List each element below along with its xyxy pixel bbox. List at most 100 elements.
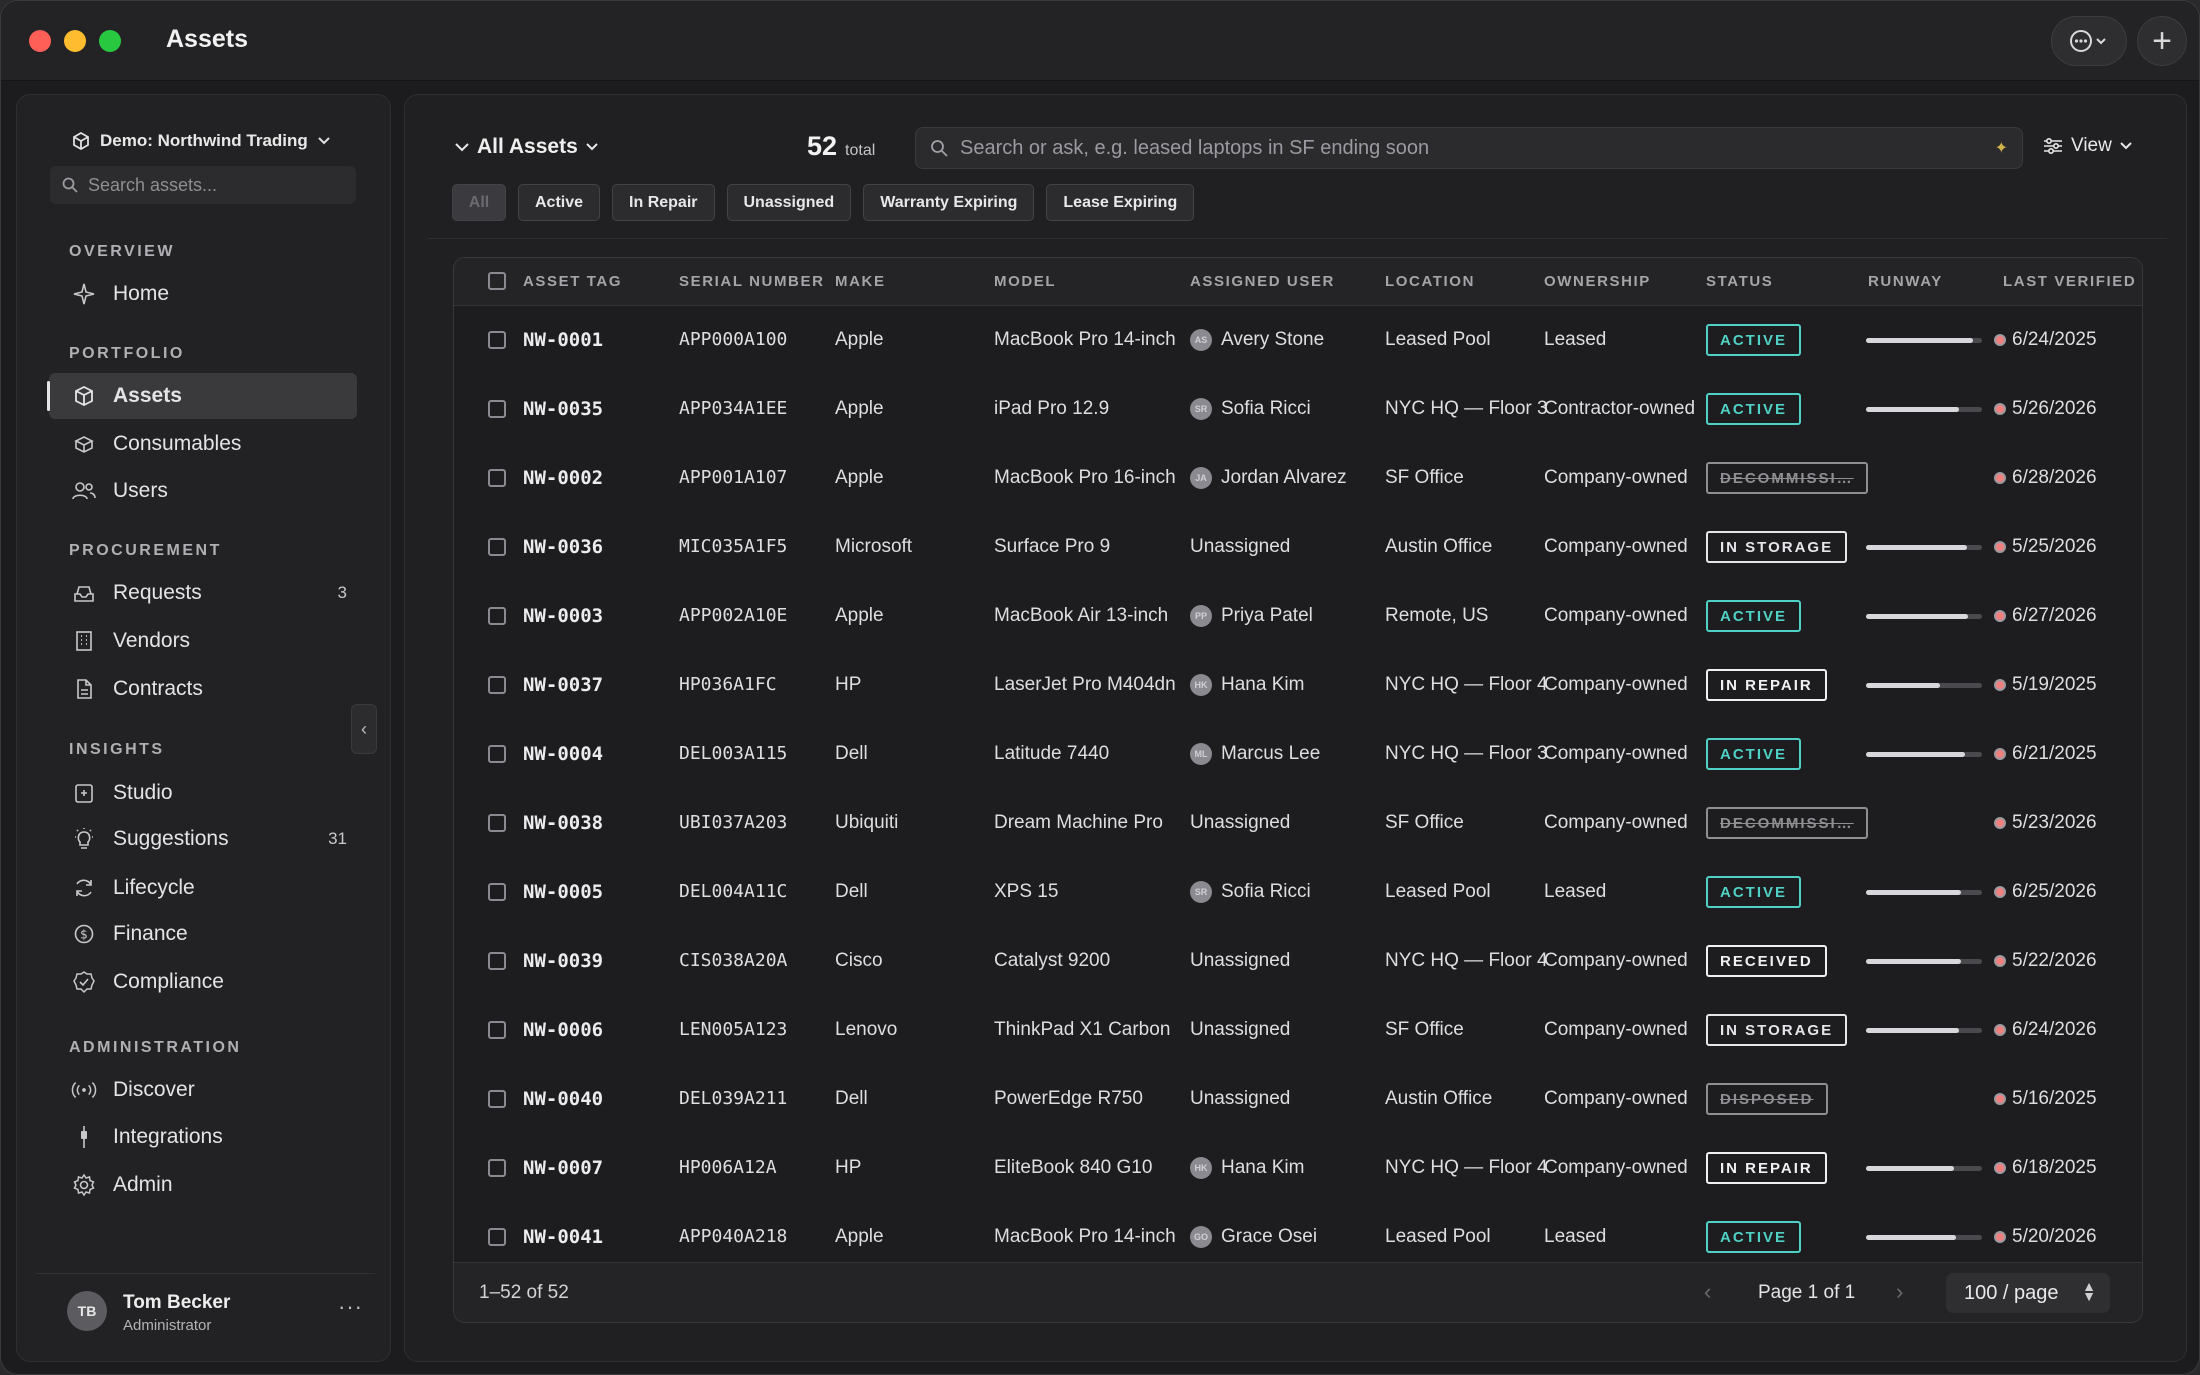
column-header-serial-number[interactable]: SERIAL NUMBER	[679, 273, 825, 290]
table-row[interactable]: NW-0035 APP034A1EE Apple iPad Pro 12.9 SR Sof…	[454, 375, 2142, 444]
sidebar-item-finance[interactable]: $ Finance	[49, 911, 357, 957]
sidebar-item-discover[interactable]: Discover	[49, 1067, 357, 1113]
workspace-switcher[interactable]: Demo: Northwind Trading	[72, 131, 330, 151]
table-row[interactable]: NW-0039 CIS038A20A Cisco Catalyst 9200 Unass…	[454, 927, 2142, 996]
user-menu-button[interactable]: ···	[338, 1294, 363, 1320]
table-row[interactable]: NW-0004 DEL003A115 Dell Latitude 7440 ML Marc…	[454, 720, 2142, 789]
row-checkbox[interactable]	[488, 883, 506, 901]
column-header-ownership[interactable]: OWNERSHIP	[1544, 273, 1651, 290]
row-checkbox[interactable]	[488, 538, 506, 556]
table-row[interactable]: NW-0037 HP036A1FC HP LaserJet Pro M404dn HK H…	[454, 651, 2142, 720]
table-row[interactable]: NW-0007 HP006A12A HP EliteBook 840 G10 HK Han…	[454, 1134, 2142, 1203]
asset-tag[interactable]: NW-0002	[523, 467, 603, 489]
filter-chip-in-repair[interactable]: In Repair	[612, 184, 715, 221]
sidebar-item-integrations[interactable]: Integrations	[49, 1114, 357, 1160]
more-actions-button[interactable]	[2051, 16, 2127, 66]
row-checkbox[interactable]	[488, 676, 506, 694]
filter-chip-lease-expiring[interactable]: Lease Expiring	[1046, 184, 1195, 221]
window-title: Assets	[166, 25, 248, 53]
filter-chip-all[interactable]: All	[452, 184, 506, 221]
filter-chip-unassigned[interactable]: Unassigned	[726, 184, 852, 221]
table-row[interactable]: NW-0001 APP000A100 Apple MacBook Pro 14-inc…	[454, 306, 2142, 375]
column-header-make[interactable]: MAKE	[835, 273, 886, 290]
asset-tag[interactable]: NW-0040	[523, 1088, 603, 1110]
sidebar-item-contracts[interactable]: Contracts	[49, 666, 357, 712]
table-row[interactable]: NW-0040 DEL039A211 Dell PowerEdge R750 Unass…	[454, 1065, 2142, 1134]
zoom-window-button[interactable]	[99, 30, 121, 52]
assigned-user[interactable]: SR Sofia Ricci	[1190, 881, 1311, 903]
saved-view-selector[interactable]: All Assets	[455, 135, 598, 159]
user-profile[interactable]: TB Tom Becker Administrator ···	[35, 1273, 375, 1345]
asset-tag[interactable]: NW-0003	[523, 605, 603, 627]
sidebar-item-home[interactable]: Home	[49, 271, 357, 317]
sidebar-item-consumables[interactable]: Consumables	[49, 421, 357, 467]
row-checkbox[interactable]	[488, 1090, 506, 1108]
row-checkbox[interactable]	[488, 814, 506, 832]
row-checkbox[interactable]	[488, 400, 506, 418]
select-all-checkbox[interactable]	[488, 272, 506, 290]
assigned-user[interactable]: AS Avery Stone	[1190, 329, 1324, 351]
sidebar-item-studio[interactable]: Studio	[49, 770, 357, 816]
table-row[interactable]: NW-0005 DEL004A11C Dell XPS 15 SR Sofia Ricci…	[454, 858, 2142, 927]
column-header-asset-tag[interactable]: ASSET TAG	[523, 273, 622, 290]
view-options-button[interactable]: View	[2043, 135, 2132, 157]
sidebar-item-requests[interactable]: Requests 3	[49, 570, 357, 616]
add-button[interactable]: +	[2137, 16, 2187, 66]
sidebar-item-compliance[interactable]: Compliance	[49, 959, 357, 1005]
asset-tag[interactable]: NW-0004	[523, 743, 603, 765]
sidebar-item-label: Consumables	[113, 432, 242, 455]
asset-tag[interactable]: NW-0005	[523, 881, 603, 903]
column-header-runway[interactable]: RUNWAY	[1868, 273, 1943, 290]
row-checkbox[interactable]	[488, 469, 506, 487]
assigned-user[interactable]: HK Hana Kim	[1190, 674, 1304, 696]
column-header-status[interactable]: STATUS	[1706, 273, 1773, 290]
sidebar-item-admin[interactable]: Admin	[49, 1162, 357, 1208]
sidebar-item-users[interactable]: Users	[49, 468, 357, 514]
asset-tag[interactable]: NW-0041	[523, 1226, 603, 1248]
ai-search-input[interactable]: Search or ask, e.g. leased laptops in SF…	[915, 127, 2023, 169]
column-header-assigned-user[interactable]: ASSIGNED USER	[1190, 273, 1335, 290]
collapse-sidebar-button[interactable]: ‹	[351, 704, 377, 754]
sidebar-item-vendors[interactable]: Vendors	[49, 618, 357, 664]
asset-tag[interactable]: NW-0001	[523, 329, 603, 351]
sidebar-item-suggestions[interactable]: Suggestions 31	[49, 816, 357, 862]
page-size-select[interactable]: 100 / page ▲ ▼	[1946, 1273, 2110, 1313]
table-row[interactable]: NW-0002 APP001A107 Apple MacBook Pro 16-inc…	[454, 444, 2142, 513]
assigned-user[interactable]: GO Grace Osei	[1190, 1226, 1317, 1248]
asset-tag[interactable]: NW-0007	[523, 1157, 603, 1179]
column-header-last-verified[interactable]: LAST VERIFIED	[2003, 273, 2136, 290]
filter-chip-active[interactable]: Active	[518, 184, 601, 221]
row-checkbox[interactable]	[488, 952, 506, 970]
column-header-location[interactable]: LOCATION	[1385, 273, 1475, 290]
sidebar-item-lifecycle[interactable]: Lifecycle	[49, 865, 357, 911]
table-row[interactable]: NW-0038 UBI037A203 Ubiquiti Dream Machine P…	[454, 789, 2142, 858]
row-checkbox[interactable]	[488, 607, 506, 625]
asset-tag[interactable]: NW-0038	[523, 812, 603, 834]
row-checkbox[interactable]	[488, 1228, 506, 1246]
asset-tag[interactable]: NW-0035	[523, 398, 603, 420]
assigned-user[interactable]: SR Sofia Ricci	[1190, 398, 1311, 420]
filter-chip-warranty-expiring[interactable]: Warranty Expiring	[863, 184, 1035, 221]
row-checkbox[interactable]	[488, 1159, 506, 1177]
column-header-model[interactable]: MODEL	[994, 273, 1056, 290]
asset-tag[interactable]: NW-0006	[523, 1019, 603, 1041]
next-page-button[interactable]: ›	[1896, 1279, 1903, 1305]
previous-page-button[interactable]: ‹	[1704, 1279, 1711, 1305]
assigned-user[interactable]: HK Hana Kim	[1190, 1157, 1304, 1179]
asset-tag[interactable]: NW-0036	[523, 536, 603, 558]
asset-tag[interactable]: NW-0037	[523, 674, 603, 696]
minimize-window-button[interactable]	[64, 30, 86, 52]
close-window-button[interactable]	[29, 30, 51, 52]
assigned-user[interactable]: JA Jordan Alvarez	[1190, 467, 1347, 489]
table-row[interactable]: NW-0036 MIC035A1F5 Microsoft Surface Pro 9 U…	[454, 513, 2142, 582]
asset-tag[interactable]: NW-0039	[523, 950, 603, 972]
assigned-user[interactable]: PP Priya Patel	[1190, 605, 1313, 627]
table-row[interactable]: NW-0006 LEN005A123 Lenovo ThinkPad X1 Carbo…	[454, 996, 2142, 1065]
row-checkbox[interactable]	[488, 331, 506, 349]
row-checkbox[interactable]	[488, 745, 506, 763]
row-checkbox[interactable]	[488, 1021, 506, 1039]
sidebar-search-input[interactable]: Search assets...	[50, 166, 356, 204]
table-row[interactable]: NW-0003 APP002A10E Apple MacBook Air 13-inc…	[454, 582, 2142, 651]
sidebar-item-assets[interactable]: Assets	[47, 373, 357, 419]
assigned-user[interactable]: ML Marcus Lee	[1190, 743, 1320, 765]
